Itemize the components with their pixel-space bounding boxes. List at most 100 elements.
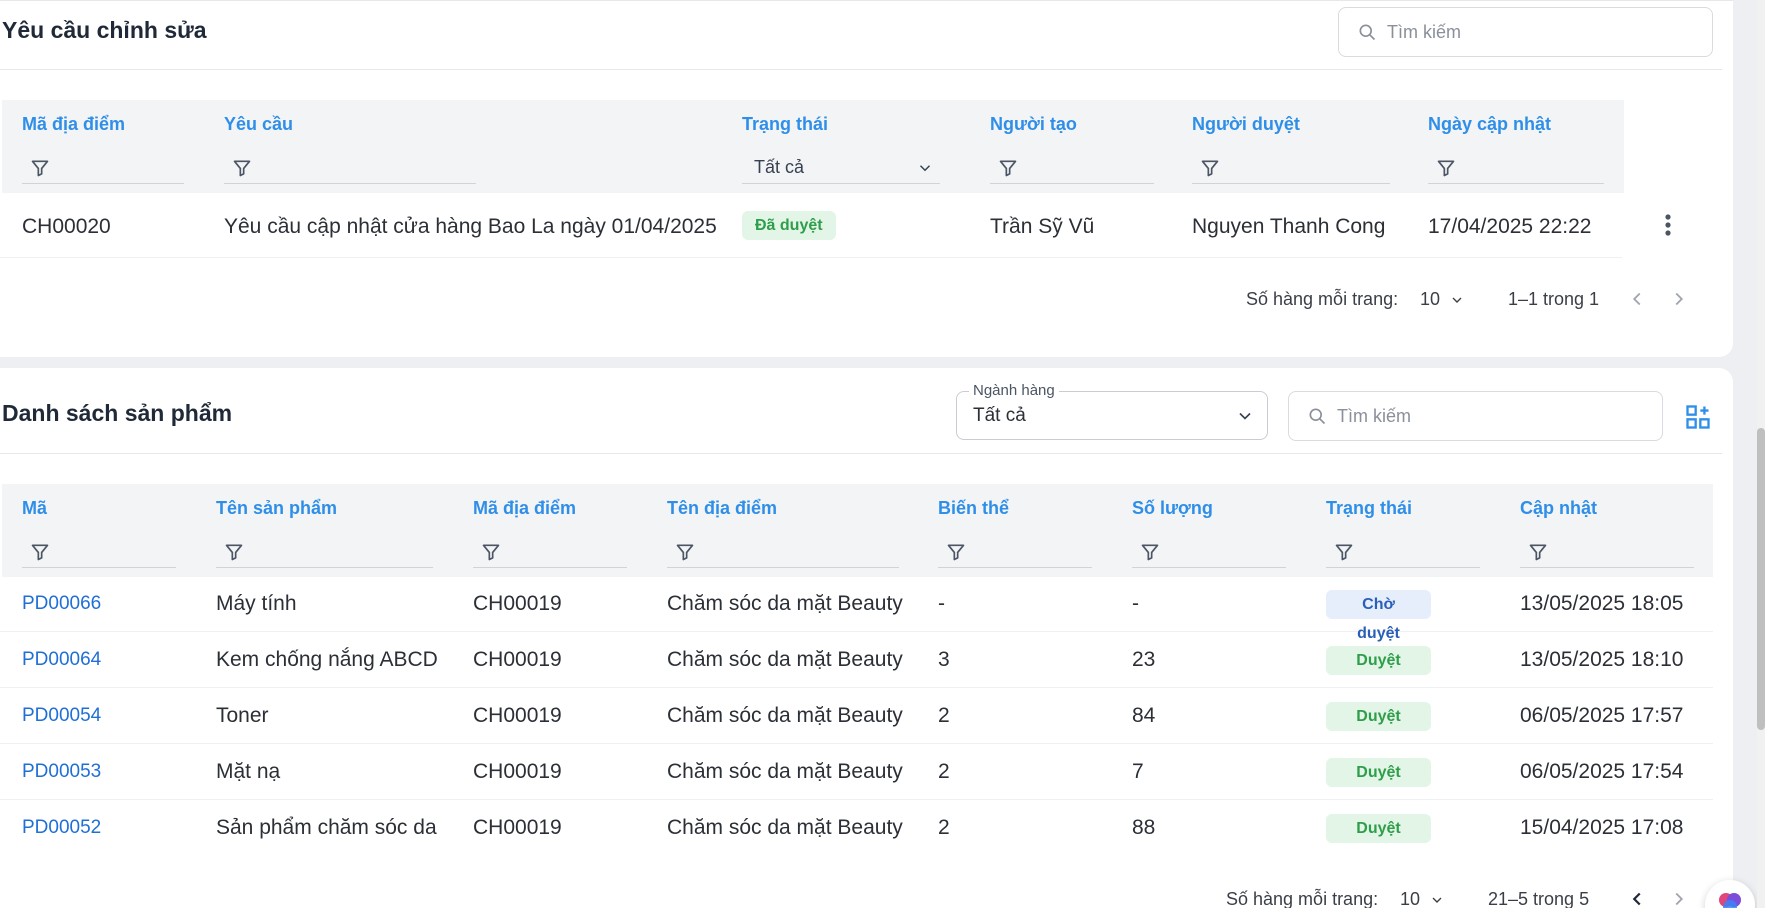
products-search-input[interactable]: Tìm kiếm <box>1288 391 1663 441</box>
filter-icon <box>225 544 243 560</box>
chevron-right-icon[interactable] <box>1668 288 1690 310</box>
table-row[interactable]: CH00020 Yêu cầu cập nhật cửa hàng Bao La… <box>0 196 1622 258</box>
chevron-down-icon <box>1452 297 1462 304</box>
cell-updated: 15/04/2025 17:08 <box>1520 816 1684 839</box>
cell-location-name: Chăm sóc da mặt Beauty <box>667 592 903 615</box>
filter-location-name[interactable] <box>667 536 899 568</box>
filter-approver[interactable] <box>1192 152 1390 184</box>
filter-status-select[interactable]: Tất cả <box>742 152 940 184</box>
column-header-code[interactable]: Mã <box>22 498 47 519</box>
filter-code[interactable] <box>22 536 176 568</box>
cell-updated: 13/05/2025 18:10 <box>1520 648 1684 671</box>
chevron-left-icon[interactable] <box>1626 888 1648 908</box>
table-row[interactable]: PD00054 Toner CH00019 Chăm sóc da mặt Be… <box>0 688 1713 744</box>
cell-request: Yêu cầu cập nhật cửa hàng Bao La ngày 01… <box>224 215 717 238</box>
chevron-down-icon <box>1239 412 1251 420</box>
rows-per-page-label: Số hàng mỗi trang: <box>1226 889 1379 908</box>
column-header-location-code[interactable]: Mã địa điểm <box>473 498 576 519</box>
status-badge: Chờ duyệt <box>1326 590 1431 642</box>
rows-per-page-select[interactable]: 10 <box>1420 289 1465 310</box>
page-scrollbar[interactable] <box>1757 0 1765 908</box>
column-header-updated[interactable]: Ngày cập nhật <box>1428 114 1551 135</box>
cell-quantity: 84 <box>1132 704 1156 727</box>
search-icon <box>1309 408 1326 425</box>
cell-location-code: CH00019 <box>473 648 562 671</box>
product-code-link[interactable]: PD00052 <box>22 800 101 856</box>
table-row[interactable]: PD00064 Kem chống nắng ABCD CH00019 Chăm… <box>0 632 1713 688</box>
cell-product-name: Máy tính <box>216 592 297 615</box>
column-header-approver[interactable]: Người duyệt <box>1192 114 1300 135</box>
scrollbar-thumb[interactable] <box>1757 428 1765 730</box>
table-row[interactable]: PD00066 Máy tính CH00019 Chăm sóc da mặt… <box>0 576 1713 642</box>
cell-approver: Nguyen Thanh Cong <box>1192 215 1386 238</box>
cell-creator: Trần Sỹ Vũ <box>990 215 1095 238</box>
page-range: 21–5 trong 5 <box>1488 889 1590 908</box>
status-filter-value: Tất cả <box>754 157 805 177</box>
filter-location-code[interactable] <box>22 152 184 184</box>
filter-icon <box>1437 160 1455 176</box>
status-badge: Duyệt <box>1326 646 1431 675</box>
divider <box>0 69 1722 70</box>
edit-requests-search-input[interactable]: Tìm kiếm <box>1338 7 1713 57</box>
grid-add-icon[interactable] <box>1684 403 1712 431</box>
product-code-link[interactable]: PD00054 <box>22 688 101 744</box>
products-title: Danh sách sản phẩm <box>2 400 233 426</box>
filter-updated[interactable] <box>1428 152 1604 184</box>
column-header-status[interactable]: Trạng thái <box>742 114 828 135</box>
cell-variants: 2 <box>938 704 950 727</box>
more-vertical-icon[interactable] <box>1656 210 1680 240</box>
filter-quantity[interactable] <box>1132 536 1286 568</box>
column-header-variants[interactable]: Biến thể <box>938 498 1009 519</box>
edit-requests-title: Yêu cầu chỉnh sửa <box>2 17 207 43</box>
filter-status[interactable] <box>1326 536 1480 568</box>
filter-icon <box>1529 544 1547 560</box>
column-header-updated[interactable]: Cập nhật <box>1520 498 1597 519</box>
column-header-location-code[interactable]: Mã địa điểm <box>22 114 125 135</box>
cell-variants: - <box>938 592 945 615</box>
cell-updated: 06/05/2025 17:54 <box>1520 760 1684 783</box>
chevron-left-icon[interactable] <box>1626 288 1648 310</box>
cell-location-code: CH00019 <box>473 704 562 727</box>
edit-requests-table-header: Mã địa điểm Yêu cầu Trạng thái Người tạo… <box>2 100 1624 193</box>
column-header-location-name[interactable]: Tên địa điểm <box>667 498 777 519</box>
column-header-product-name[interactable]: Tên sản phẩm <box>216 498 337 519</box>
search-placeholder: Tìm kiếm <box>1337 405 1411 426</box>
filter-product-name[interactable] <box>216 536 433 568</box>
brain-icon <box>1719 893 1741 908</box>
table-row[interactable]: PD00053 Mặt nạ CH00019 Chăm sóc da mặt B… <box>0 744 1713 800</box>
filter-variants[interactable] <box>938 536 1092 568</box>
filter-updated[interactable] <box>1520 536 1694 568</box>
chevron-right-icon[interactable] <box>1668 888 1690 908</box>
filter-icon <box>999 160 1017 176</box>
column-header-status[interactable]: Trạng thái <box>1326 498 1412 519</box>
products-table-header: Mã Tên sản phẩm Mã địa điểm Tên địa điểm… <box>2 484 1713 577</box>
column-header-quantity[interactable]: Số lượng <box>1132 498 1213 519</box>
cell-location-code: CH00019 <box>473 760 562 783</box>
cell-location-name: Chăm sóc da mặt Beauty <box>667 816 903 839</box>
cell-product-name: Kem chống nắng ABCD <box>216 648 438 671</box>
chevron-down-icon <box>1432 897 1442 904</box>
product-code-link[interactable]: PD00066 <box>22 576 101 632</box>
cell-quantity: 7 <box>1132 760 1144 783</box>
table-row[interactable]: PD00052 Sản phẩm chăm sóc da CH00019 Chă… <box>0 800 1713 856</box>
cell-updated: 06/05/2025 17:57 <box>1520 704 1684 727</box>
cell-variants: 2 <box>938 760 950 783</box>
product-code-link[interactable]: PD00053 <box>22 744 101 800</box>
rows-per-page-select[interactable]: 10 <box>1400 889 1445 908</box>
product-code-link[interactable]: PD00064 <box>22 632 101 688</box>
filter-location-code[interactable] <box>473 536 627 568</box>
divider <box>0 453 1722 454</box>
category-select[interactable]: Ngành hàng Tất cả <box>956 382 1268 440</box>
cell-product-name: Sản phẩm chăm sóc da <box>216 816 437 839</box>
filter-creator[interactable] <box>990 152 1154 184</box>
column-header-request[interactable]: Yêu cầu <box>224 114 293 135</box>
column-header-creator[interactable]: Người tạo <box>990 114 1077 135</box>
status-badge: Duyệt <box>1326 758 1431 787</box>
filter-icon <box>233 160 251 176</box>
filter-request[interactable] <box>224 152 476 184</box>
rows-per-page-value: 10 <box>1420 289 1441 309</box>
filter-icon <box>947 544 965 560</box>
cell-location-name: Chăm sóc da mặt Beauty <box>667 648 903 671</box>
filter-icon <box>482 544 500 560</box>
cell-location-code: CH00020 <box>22 215 111 238</box>
